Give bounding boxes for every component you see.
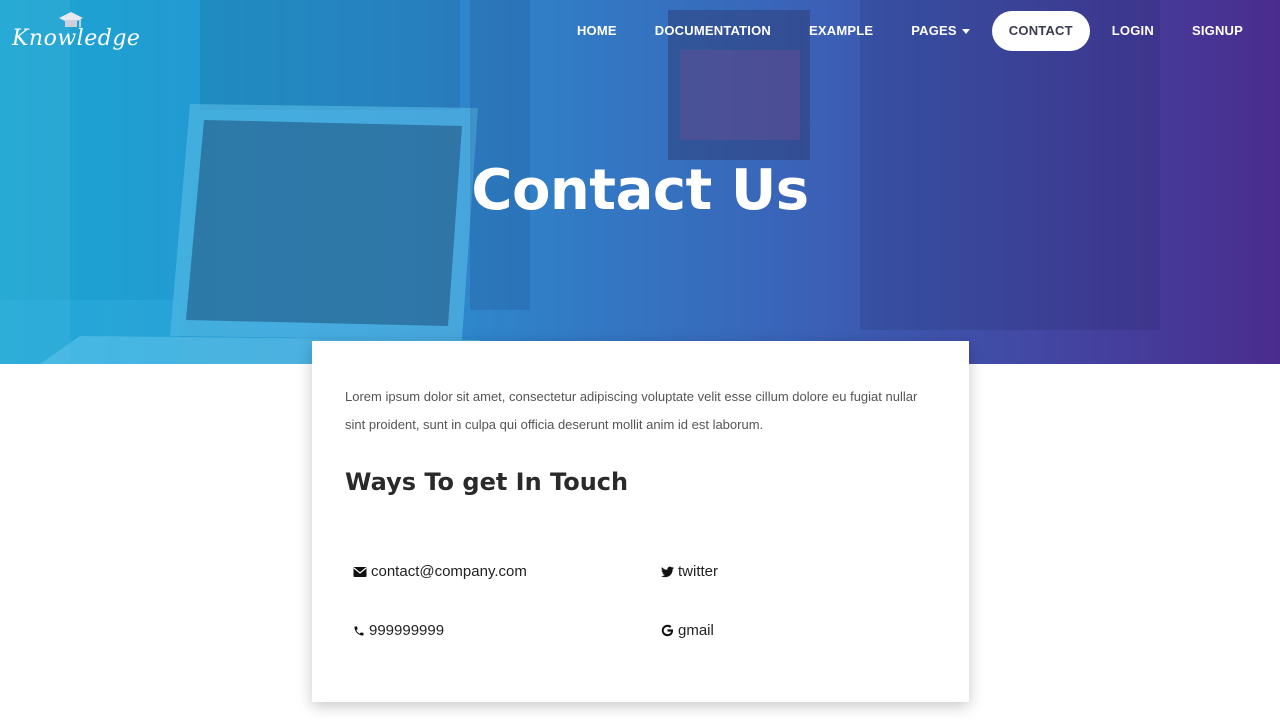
main-navigation: HOME DOCUMENTATION EXAMPLE PAGES CONTACT…: [558, 11, 1262, 51]
twitter-icon: [661, 566, 674, 577]
contact-twitter[interactable]: twitter: [661, 563, 718, 580]
envelope-icon: [353, 566, 367, 577]
phone-icon: [354, 626, 364, 635]
nav-pages-dropdown[interactable]: PAGES: [892, 11, 989, 51]
chevron-down-icon: [961, 28, 970, 34]
contact-email-text: contact@company.com: [371, 563, 527, 580]
page-title: Contact Us: [471, 158, 809, 223]
contact-phone[interactable]: 999999999: [353, 622, 444, 639]
nav-signup[interactable]: SIGNUP: [1173, 11, 1262, 51]
intro-paragraph: Lorem ipsum dolor sit amet, consectetur …: [345, 389, 918, 432]
contact-phone-text: 999999999: [369, 622, 445, 639]
google-icon: [661, 624, 674, 637]
logo-text: Knowledge: [12, 26, 141, 51]
site-logo[interactable]: Knowledge: [12, 10, 140, 66]
contact-twitter-text: twitter: [678, 563, 719, 580]
nav-login[interactable]: LOGIN: [1093, 11, 1173, 51]
contact-card: Lorem ipsum dolor sit amet, consectetur …: [312, 341, 969, 702]
nav-contact[interactable]: CONTACT: [991, 11, 1090, 51]
nav-home[interactable]: HOME: [558, 11, 636, 51]
nav-pages-label: PAGES: [911, 23, 957, 38]
hero-banner: Knowledge HOME DOCUMENTATION EXAMPLE PAG…: [0, 0, 1280, 364]
nav-documentation[interactable]: DOCUMENTATION: [636, 11, 790, 51]
nav-example[interactable]: EXAMPLE: [790, 11, 892, 51]
contact-email[interactable]: contact@company.com: [353, 563, 527, 580]
contact-gmail-text: gmail: [678, 622, 714, 639]
section-title: Ways To get In Touch: [345, 468, 629, 496]
contact-gmail[interactable]: gmail: [661, 622, 714, 639]
